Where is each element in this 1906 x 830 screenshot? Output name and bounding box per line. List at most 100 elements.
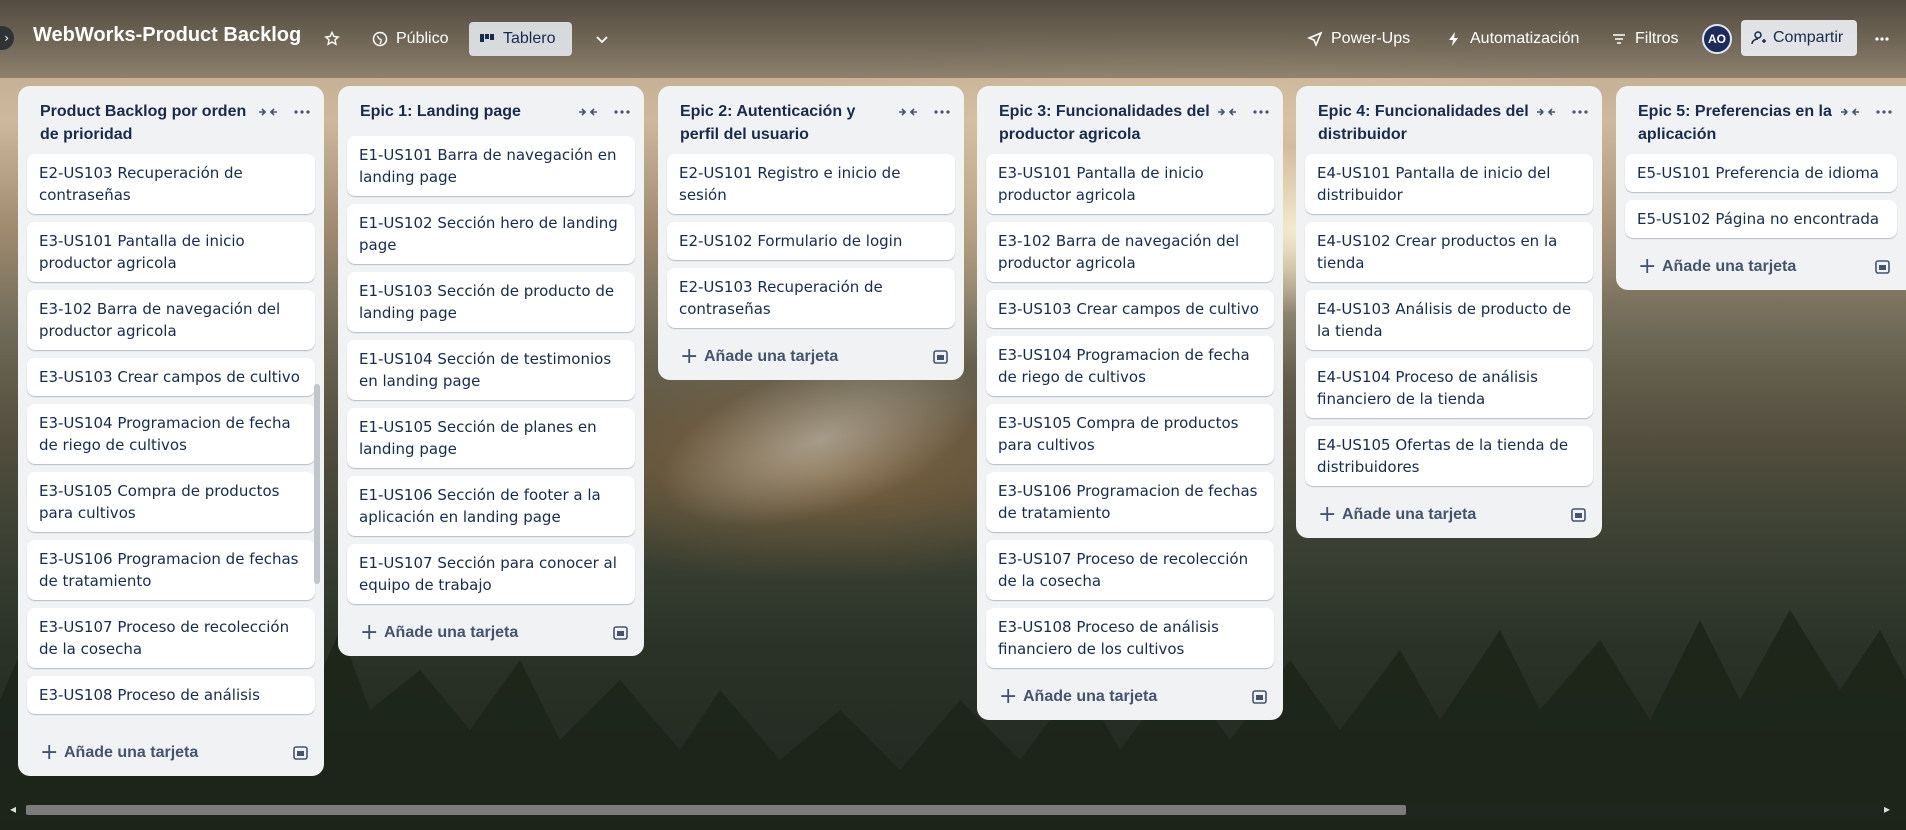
chevron-down-icon <box>596 36 608 44</box>
list-header: Epic 5: Preferencias en la aplicación <box>1616 86 1906 154</box>
add-card-button[interactable]: + Añade una tarjeta <box>658 336 964 380</box>
more-icon[interactable] <box>1570 104 1590 120</box>
automation-button[interactable]: Automatización <box>1436 22 1589 56</box>
card[interactable]: E3-US107 Proceso de recolección de la co… <box>986 540 1274 600</box>
board-menu-button[interactable] <box>1864 22 1900 56</box>
sidebar-toggle-icon[interactable]: › <box>0 26 14 50</box>
collapse-list-icon[interactable] <box>1217 104 1237 120</box>
more-icon[interactable] <box>292 104 312 120</box>
list-title[interactable]: Epic 2: Autenticación y perfil del usuar… <box>680 100 898 146</box>
visibility-label: Público <box>396 30 449 47</box>
star-button[interactable] <box>314 22 350 56</box>
board-title[interactable]: WebWorks-Product Backlog <box>33 24 301 47</box>
card[interactable]: E3-US101 Pantalla de inicio productor ag… <box>27 222 315 282</box>
add-card-button[interactable]: + Añade una tarjeta <box>977 676 1283 720</box>
card[interactable]: E4-US103 Análisis de producto de la tien… <box>1305 290 1593 350</box>
add-card-label: Añade una tarjeta <box>1342 506 1477 523</box>
card[interactable]: E2-US103 Recuperación de contraseñas <box>667 268 955 328</box>
card[interactable]: E3-US106 Programacion de fechas de trata… <box>986 472 1274 532</box>
card[interactable]: E4-US105 Ofertas de la tienda de distrib… <box>1305 426 1593 486</box>
more-icon[interactable] <box>932 104 952 120</box>
filters-button[interactable]: Filtros <box>1601 22 1689 56</box>
card-template-icon[interactable] <box>1874 258 1892 276</box>
automation-label: Automatización <box>1470 30 1580 47</box>
card[interactable]: E3-US105 Compra de productos para cultiv… <box>27 472 315 532</box>
card[interactable]: E5-US102 Página no encontrada <box>1625 200 1897 238</box>
share-button[interactable]: Compartir <box>1741 20 1857 56</box>
add-card-label: Añade una tarjeta <box>704 348 839 365</box>
powerups-label: Power-Ups <box>1331 30 1411 47</box>
card[interactable]: E3-US103 Crear campos de cultivo <box>986 290 1274 328</box>
card[interactable]: E1-US105 Sección de planes en landing pa… <box>347 408 635 468</box>
card[interactable]: E3-US107 Proceso de recolección de la co… <box>27 608 315 668</box>
card[interactable]: E3-US101 Pantalla de inicio productor ag… <box>986 154 1274 214</box>
add-member-icon <box>1751 31 1766 45</box>
card[interactable]: E4-US104 Proceso de análisis financiero … <box>1305 358 1593 418</box>
add-card-button[interactable]: + Añade una tarjeta <box>1616 246 1906 290</box>
scrollbar-thumb[interactable] <box>26 805 1406 815</box>
card[interactable]: E3-US108 Proceso de análisis financiero … <box>986 608 1274 668</box>
card[interactable]: E3-US104 Programacion de fecha de riego … <box>27 404 315 464</box>
list-title[interactable]: Epic 5: Preferencias en la aplicación <box>1638 100 1840 146</box>
card[interactable]: E2-US102 Formulario de login <box>667 222 955 260</box>
card[interactable]: E1-US104 Sección de testimonios en landi… <box>347 340 635 400</box>
card[interactable]: E1-US107 Sección para conocer al equipo … <box>347 544 635 604</box>
list-scrollbar[interactable] <box>313 154 321 732</box>
card-template-icon[interactable] <box>292 744 310 762</box>
more-icon[interactable] <box>612 104 632 120</box>
card[interactable]: E4-US102 Crear productos en la tienda <box>1305 222 1593 282</box>
board-header: › WebWorks-Product Backlog Público Table… <box>0 0 1906 78</box>
list-header: Epic 1: Landing page <box>338 86 644 136</box>
add-card-button[interactable]: + Añade una tarjeta <box>338 612 644 656</box>
plus-icon: + <box>999 684 1018 709</box>
list-epic-2: Epic 2: Autenticación y perfil del usuar… <box>658 86 964 380</box>
view-switcher-button[interactable] <box>584 22 620 56</box>
card-template-icon[interactable] <box>1570 506 1588 524</box>
card-template-icon[interactable] <box>932 348 950 366</box>
scroll-right-icon[interactable]: ▸ <box>1884 802 1890 816</box>
card[interactable]: E1-US101 Barra de navegación en landing … <box>347 136 635 196</box>
list-title[interactable]: Epic 3: Funcionalidades del productor ag… <box>999 100 1217 146</box>
card-template-icon[interactable] <box>612 624 630 642</box>
card[interactable]: E2-US103 Recuperación de contraseñas <box>27 154 315 214</box>
board-view-button[interactable]: Tablero <box>469 22 572 56</box>
card[interactable]: E1-US106 Sección de footer a la aplicaci… <box>347 476 635 536</box>
collapse-list-icon[interactable] <box>578 104 598 120</box>
collapse-list-icon[interactable] <box>1536 104 1556 120</box>
card[interactable]: E3-102 Barra de navegación del productor… <box>986 222 1274 282</box>
board-view-label: Tablero <box>503 30 556 47</box>
card[interactable]: E3-US108 Proceso de análisis <box>27 676 315 714</box>
collapse-list-icon[interactable] <box>1840 104 1860 120</box>
card[interactable]: E3-US105 Compra de productos para cultiv… <box>986 404 1274 464</box>
card-template-icon[interactable] <box>1251 688 1269 706</box>
card[interactable]: E3-US106 Programacion de fechas de trata… <box>27 540 315 600</box>
card[interactable]: E3-102 Barra de navegación del productor… <box>27 290 315 350</box>
powerups-button[interactable]: Power-Ups <box>1297 22 1420 56</box>
card[interactable]: E1-US102 Sección hero de landing page <box>347 204 635 264</box>
list-title[interactable]: Epic 4: Funcionalidades del distribuidor <box>1318 100 1536 146</box>
more-icon[interactable] <box>1251 104 1271 120</box>
card[interactable]: E5-US101 Preferencia de idioma <box>1625 154 1897 192</box>
visibility-button[interactable]: Público <box>362 22 458 56</box>
card[interactable]: E4-US101 Pantalla de inicio del distribu… <box>1305 154 1593 214</box>
star-icon <box>324 31 340 46</box>
list-cards-scroll: E2-US103 Recuperación de contraseñas E3-… <box>18 154 324 732</box>
list-product-backlog: Product Backlog por orden de prioridad E… <box>18 86 324 776</box>
card[interactable]: E1-US103 Sección de producto de landing … <box>347 272 635 332</box>
card[interactable]: E2-US101 Registro e inicio de sesión <box>667 154 955 214</box>
list-epic-4: Epic 4: Funcionalidades del distribuidor… <box>1296 86 1602 538</box>
add-card-label: Añade una tarjeta <box>1023 688 1158 705</box>
board-horizontal-scrollbar[interactable]: ◂ ▸ <box>8 800 1898 818</box>
add-card-button[interactable]: + Añade una tarjeta <box>1296 494 1602 538</box>
collapse-list-icon[interactable] <box>898 104 918 120</box>
card[interactable]: E3-US103 Crear campos de cultivo <box>27 358 315 396</box>
list-title[interactable]: Epic 1: Landing page <box>360 100 578 123</box>
scroll-left-icon[interactable]: ◂ <box>10 802 16 816</box>
add-card-label: Añade una tarjeta <box>384 624 519 641</box>
more-icon[interactable] <box>1874 104 1894 120</box>
add-card-button[interactable]: + Añade una tarjeta <box>18 732 324 776</box>
card[interactable]: E3-US104 Programacion de fecha de riego … <box>986 336 1274 396</box>
avatar[interactable]: AO <box>1702 24 1732 54</box>
list-title[interactable]: Product Backlog por orden de prioridad <box>40 100 258 146</box>
collapse-list-icon[interactable] <box>258 104 278 120</box>
